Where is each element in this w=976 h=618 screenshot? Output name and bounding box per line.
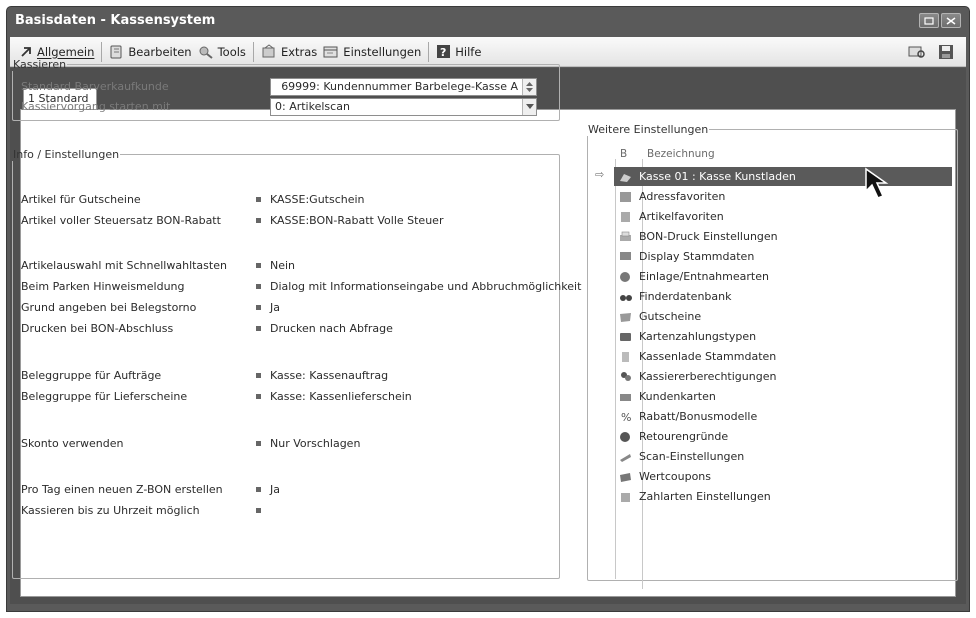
- kassieren-group: Kassieren Standard Barverkaufkunde 69999…: [12, 58, 560, 121]
- drawer-icon: [618, 350, 632, 364]
- info-label: Skonto verwenden: [21, 437, 124, 450]
- vorgang-value: 0: Artikelscan: [275, 100, 350, 113]
- edit-icon: [110, 45, 122, 59]
- toolbar-tools-label: Tools: [217, 44, 246, 59]
- kunde-spin-button[interactable]: [522, 79, 536, 95]
- info-label: Beleggruppe für Lieferscheine: [21, 390, 188, 403]
- toolbar-extras-label: Extras: [280, 44, 318, 59]
- toolbar-einstellungen-label: Einstellungen: [343, 44, 422, 59]
- print-preview-icon[interactable]: [908, 45, 926, 59]
- scanner-icon: [618, 450, 632, 464]
- close-icon: [946, 16, 956, 25]
- display-icon: [618, 250, 632, 264]
- customer-card-icon: [618, 390, 632, 404]
- card-icon: [618, 330, 632, 344]
- list-item[interactable]: Kassiererberechtigungen: [614, 367, 952, 386]
- list-item[interactable]: BON-Druck Einstellungen: [614, 227, 952, 246]
- info-label: Artikel voller Steuersatz BON-Rabatt: [21, 214, 221, 227]
- info-value[interactable]: Ja: [256, 483, 280, 496]
- list-item-kasse01[interactable]: Kasse 01 : Kasse Kunstladen: [614, 167, 952, 186]
- info-label: Pro Tag einen neuen Z-BON erstellen: [21, 483, 223, 496]
- list-item[interactable]: Wertcoupons: [614, 467, 952, 486]
- list-item[interactable]: % Rabatt/Bonusmodelle: [614, 407, 952, 426]
- info-value[interactable]: Drucken nach Abfrage: [256, 322, 393, 335]
- list-item[interactable]: Display Stammdaten: [614, 247, 952, 266]
- restore-icon: [924, 16, 934, 25]
- window-title: Basisdaten - Kassensystem: [15, 13, 216, 28]
- article-icon: [618, 210, 632, 224]
- users-icon: [618, 370, 632, 384]
- binoculars-icon: [618, 290, 632, 304]
- toolbar-hilfe-label: Hilfe: [455, 44, 482, 59]
- standard-kunde-field[interactable]: 69999: Kundennummer Barbelege-Kasse A: [270, 78, 537, 96]
- toolbar-bearbeiten-label: Bearbeiten: [128, 44, 192, 59]
- payment-icon: [618, 490, 632, 504]
- coupon-icon: [618, 470, 632, 484]
- info-value[interactable]: Kasse: Kassenauftrag: [256, 369, 388, 382]
- info-value[interactable]: Kasse: Kassenlieferschein: [256, 390, 412, 403]
- info-group: Info / Einstellungen Artikel für Gutsche…: [12, 148, 581, 579]
- money-icon: [618, 270, 632, 284]
- col-b-header: B: [620, 148, 628, 160]
- vorgang-label: Kassiervorgang starten mit: [21, 100, 171, 113]
- list-item[interactable]: Kundenkarten: [614, 387, 952, 406]
- list-item[interactable]: Artikelfavoriten: [614, 207, 952, 226]
- tools-icon: [199, 46, 213, 59]
- list-item[interactable]: Finderdatenbank: [614, 287, 952, 306]
- info-value[interactable]: [256, 504, 270, 517]
- info-label: Grund angeben bei Belegstorno: [21, 301, 197, 314]
- svg-text:%: %: [621, 411, 631, 423]
- current-row-arrow-icon: ⇨: [595, 168, 605, 181]
- list-item[interactable]: Kassenlade Stammdaten: [614, 347, 952, 366]
- list-item[interactable]: Retourengründe: [614, 427, 952, 446]
- info-label: Beleggruppe für Aufträge: [21, 369, 162, 382]
- info-label: Drucken bei BON-Abschluss: [21, 322, 174, 335]
- address-icon: [618, 190, 632, 204]
- chevron-down-icon: [525, 104, 534, 109]
- info-label: Artikelauswahl mit Schnellwahltasten: [21, 259, 227, 272]
- kassieren-legend: Kassieren: [13, 58, 67, 71]
- list-item[interactable]: Kartenzahlungstypen: [614, 327, 952, 346]
- list-item[interactable]: Zahlarten Einstellungen: [614, 487, 952, 506]
- info-value[interactable]: Ja: [256, 301, 280, 314]
- vorgang-select[interactable]: 0: Artikelscan: [270, 98, 537, 116]
- voucher-icon: [618, 310, 632, 324]
- standard-kunde-value: 69999: Kundennummer Barbelege-Kasse A: [281, 80, 518, 93]
- list-item[interactable]: Adressfavoriten: [614, 187, 952, 206]
- mouse-cursor-icon: [865, 167, 889, 199]
- save-icon[interactable]: [938, 44, 954, 60]
- close-button[interactable]: [941, 13, 961, 28]
- weitere-group: Weitere Einstellungen B Bezeichnung ⇨ Ka…: [587, 123, 958, 589]
- info-value[interactable]: KASSE:Gutschein: [256, 193, 365, 206]
- info-value[interactable]: Nein: [256, 259, 295, 272]
- settings-icon: [323, 46, 338, 58]
- info-label: Kassieren bis zu Uhrzeit möglich: [21, 504, 200, 517]
- help-icon: ?: [437, 45, 451, 59]
- title-bar: Basisdaten - Kassensystem: [7, 7, 969, 34]
- list-item[interactable]: Scan-Einstellungen: [614, 447, 952, 466]
- vorgang-dropdown-button[interactable]: [522, 99, 536, 115]
- toolbar-allgemein-label: Allgemein: [37, 44, 95, 59]
- return-icon: [618, 430, 632, 444]
- col-bezeichnung-header: Bezeichnung: [647, 148, 715, 160]
- info-value[interactable]: KASSE:BON-Rabatt Volle Steuer: [256, 214, 443, 227]
- updown-icon: [526, 82, 533, 92]
- info-value[interactable]: Nur Vorschlagen: [256, 437, 360, 450]
- list-item[interactable]: Gutscheine: [614, 307, 952, 326]
- info-label: Beim Parken Hinweismeldung: [21, 280, 185, 293]
- arrow-icon: [21, 46, 31, 57]
- list-item[interactable]: Einlage/Entnahmearten: [614, 267, 952, 286]
- restore-button[interactable]: [919, 13, 939, 28]
- weitere-legend: Weitere Einstellungen: [588, 123, 709, 136]
- info-value[interactable]: Dialog mit Informationseingabe und Abbru…: [256, 280, 581, 293]
- info-legend: Info / Einstellungen: [13, 148, 120, 161]
- standard-kunde-label: Standard Barverkaufkunde: [21, 80, 169, 93]
- printer-icon: [618, 230, 632, 244]
- register-icon: [618, 170, 632, 184]
- extras-icon: [262, 44, 275, 58]
- info-label: Artikel für Gutscheine: [21, 193, 141, 206]
- percent-icon: %: [618, 410, 632, 424]
